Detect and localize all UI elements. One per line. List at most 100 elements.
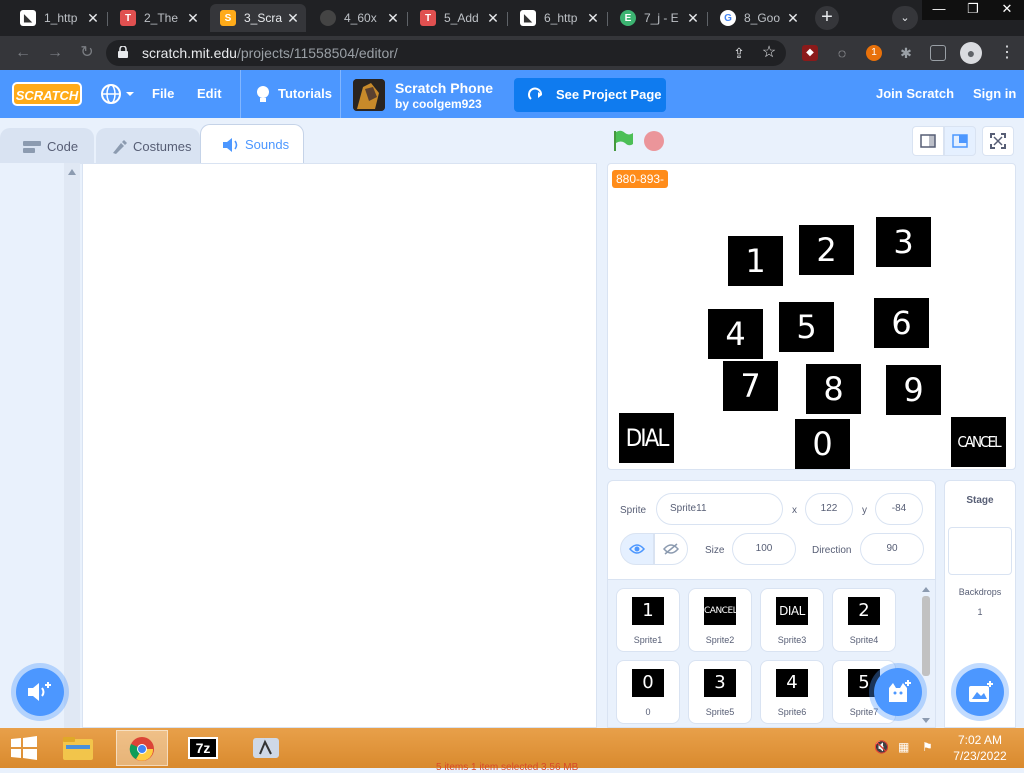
- hide-sprite-button[interactable]: [654, 533, 688, 565]
- edit-menu[interactable]: Edit: [197, 70, 222, 118]
- sprite-tile-5[interactable]: 0 0: [616, 660, 680, 724]
- full-screen-button[interactable]: [982, 126, 1014, 156]
- sprite-list-scrollbar[interactable]: [920, 586, 932, 726]
- stop-icon[interactable]: [644, 131, 664, 151]
- system-clock[interactable]: 7:02 AM 7/23/2022: [944, 732, 1016, 764]
- tab-sounds[interactable]: Sounds: [200, 124, 304, 164]
- clock-date: 7/23/2022: [953, 749, 1007, 763]
- show-sprite-button[interactable]: [620, 533, 654, 565]
- close-tab-icon[interactable]: ✕: [384, 10, 402, 27]
- language-globe-icon[interactable]: [100, 83, 136, 105]
- direction-input[interactable]: 90: [860, 533, 924, 565]
- sound-list-scrollbar[interactable]: [64, 163, 80, 728]
- extension-icon[interactable]: ◆: [802, 45, 818, 61]
- share-icon[interactable]: ⇪: [728, 42, 750, 64]
- tab-costumes[interactable]: Costumes: [96, 128, 200, 164]
- bookmark-star-icon[interactable]: ☆: [758, 42, 780, 64]
- key-7[interactable]: 7: [723, 361, 778, 411]
- tab-code[interactable]: Code: [0, 128, 94, 164]
- size-input[interactable]: 100: [732, 533, 796, 565]
- dial-button[interactable]: DIAL: [619, 413, 674, 463]
- file-menu[interactable]: File: [152, 70, 174, 118]
- sprite-tile-name: 0: [645, 707, 651, 717]
- small-stage-button[interactable]: [912, 126, 944, 156]
- key-9[interactable]: 9: [886, 365, 941, 415]
- sprite-tile-4[interactable]: 2 Sprite4: [832, 588, 896, 652]
- project-thumbnail[interactable]: [353, 79, 385, 111]
- volume-muted-icon[interactable]: 🔇: [874, 740, 889, 754]
- scroll-up-arrow-icon[interactable]: [68, 169, 76, 175]
- add-sprite-button[interactable]: [874, 668, 922, 716]
- restore-icon[interactable]: ❐: [956, 0, 990, 20]
- key-6[interactable]: 6: [874, 298, 929, 348]
- sprite-tile-1[interactable]: 1 Sprite1: [616, 588, 680, 652]
- new-tab-button[interactable]: +: [815, 6, 839, 30]
- windows-start-icon[interactable]: [10, 736, 38, 760]
- tutorials-menu[interactable]: Tutorials: [278, 70, 332, 118]
- side-panel-icon[interactable]: [930, 45, 946, 61]
- lightbulb-extension-icon[interactable]: ◌: [834, 45, 850, 61]
- taskbar-app[interactable]: [240, 730, 292, 766]
- browser-tab-1[interactable]: ◣ 1_http ✕: [10, 4, 106, 32]
- x-position-input[interactable]: 122: [805, 493, 853, 525]
- sprite-tile-2[interactable]: CANCEL Sprite2: [688, 588, 752, 652]
- sound-editor-area: [82, 163, 597, 728]
- sprite-tile-6[interactable]: 3 Sprite5: [688, 660, 752, 724]
- close-tab-icon[interactable]: ✕: [184, 10, 202, 27]
- taskbar-7zip[interactable]: 7z: [178, 730, 230, 766]
- close-tab-icon[interactable]: ✕: [684, 10, 702, 27]
- key-0[interactable]: 0: [795, 419, 850, 469]
- extension-badge-icon[interactable]: 1: [866, 45, 882, 61]
- browser-tab-7[interactable]: E 7_j - E ✕: [610, 4, 706, 32]
- stage-canvas[interactable]: 880-893- 1 2 3 4 5 6 7 8 9 0 DIAL CANCEL: [607, 163, 1016, 470]
- profile-avatar-icon[interactable]: ●: [960, 42, 982, 64]
- forward-icon[interactable]: →: [44, 42, 66, 64]
- browser-menu-icon[interactable]: ⋮: [996, 42, 1018, 64]
- reload-icon[interactable]: ↻: [76, 42, 98, 64]
- close-tab-icon[interactable]: ✕: [84, 10, 102, 27]
- scratch-logo[interactable]: SCRATCH: [12, 82, 82, 106]
- stage-thumbnail[interactable]: [948, 527, 1012, 575]
- sign-in-link[interactable]: Sign in: [973, 70, 1016, 118]
- action-center-icon[interactable]: ⚑: [922, 740, 933, 754]
- see-project-page-button[interactable]: See Project Page: [514, 78, 666, 112]
- taskbar-file-explorer[interactable]: [52, 730, 104, 766]
- close-window-icon[interactable]: ✕: [990, 0, 1024, 20]
- tab-search-icon[interactable]: ⌄: [892, 6, 918, 30]
- browser-tab-4[interactable]: 4_60x ✕: [310, 4, 406, 32]
- browser-tab-8[interactable]: G 8_Goo ✕: [710, 4, 806, 32]
- cancel-button[interactable]: CANCEL: [951, 417, 1006, 467]
- close-tab-icon[interactable]: ✕: [784, 10, 802, 27]
- key-3[interactable]: 3: [876, 217, 931, 267]
- browser-tab-5[interactable]: T 5_Add ✕: [410, 4, 506, 32]
- key-2[interactable]: 2: [799, 225, 854, 275]
- network-icon[interactable]: ▦: [898, 740, 909, 754]
- normal-stage-button[interactable]: [944, 126, 976, 156]
- key-5[interactable]: 5: [779, 302, 834, 352]
- back-icon[interactable]: ←: [12, 42, 34, 64]
- close-tab-icon[interactable]: ✕: [484, 10, 502, 27]
- tab-divider: [407, 12, 408, 26]
- sprite-tile-3[interactable]: DIAL Sprite3: [760, 588, 824, 652]
- y-position-input[interactable]: -84: [875, 493, 923, 525]
- tutorials-lightbulb-icon[interactable]: [254, 84, 272, 104]
- join-scratch-link[interactable]: Join Scratch: [876, 70, 954, 118]
- sprite-name-input[interactable]: Sprite11: [656, 493, 783, 525]
- key-8[interactable]: 8: [806, 364, 861, 414]
- taskbar-chrome[interactable]: [116, 730, 168, 766]
- minimize-icon[interactable]: —: [922, 0, 956, 20]
- add-backdrop-button[interactable]: [956, 668, 1004, 716]
- add-sound-button[interactable]: [16, 668, 64, 716]
- green-flag-icon[interactable]: [612, 130, 634, 152]
- key-1[interactable]: 1: [728, 236, 783, 286]
- close-tab-icon[interactable]: ✕: [584, 10, 602, 27]
- browser-tab-3-active[interactable]: S 3_Scra ✕: [210, 4, 306, 32]
- browser-tab-6[interactable]: ◣ 6_http ✕: [510, 4, 606, 32]
- address-bar[interactable]: scratch.mit.edu/projects/11558504/editor…: [106, 40, 786, 66]
- lock-icon[interactable]: [118, 46, 128, 58]
- key-4[interactable]: 4: [708, 309, 763, 359]
- sprite-tile-7[interactable]: 4 Sprite6: [760, 660, 824, 724]
- puzzle-extensions-icon[interactable]: ✱: [898, 45, 914, 61]
- browser-tab-2[interactable]: T 2_The ✕: [110, 4, 206, 32]
- close-tab-icon[interactable]: ✕: [284, 10, 302, 27]
